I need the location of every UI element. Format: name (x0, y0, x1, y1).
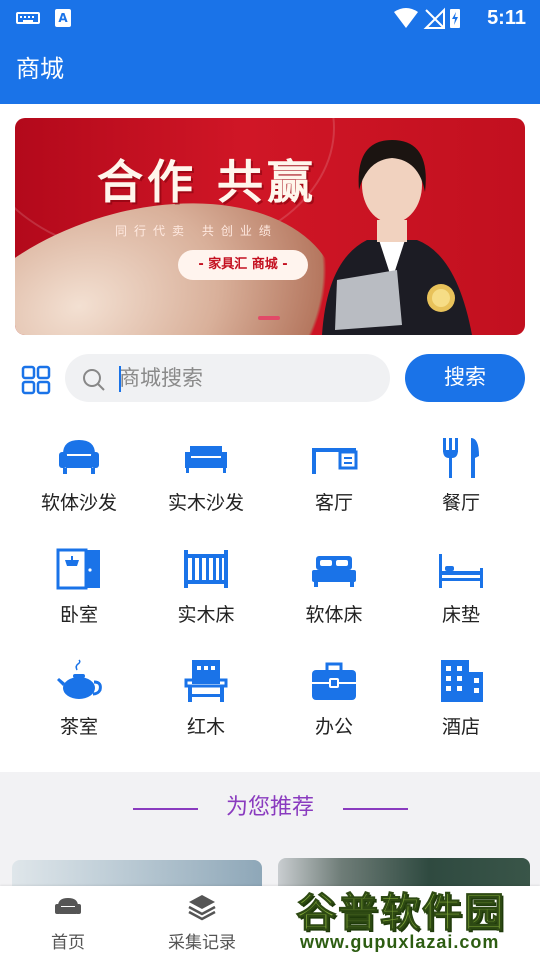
banner-headline: 合作 共赢 (97, 155, 318, 209)
category-item-mattress[interactable]: 床垫 (396, 532, 526, 642)
site-watermark: 谷普软件园 www.gupuxlazai.com (296, 878, 538, 958)
system-status-icons (394, 7, 460, 29)
building-icon (441, 660, 483, 702)
category-grid-icon[interactable] (21, 365, 51, 395)
wifi-icon (394, 8, 418, 28)
category-label: 实木床 (177, 604, 235, 626)
category-label: 实木沙发 (167, 492, 244, 514)
category-label: 软体沙发 (40, 492, 117, 514)
search-bar[interactable] (65, 354, 390, 402)
teapot-icon (57, 659, 102, 699)
banner-subline: 同行代卖 共创业绩 (115, 224, 278, 238)
banner-page-indicator (258, 316, 280, 320)
recommend-section: 为您推荐 (0, 772, 540, 900)
search-icon (83, 369, 105, 391)
wood-sofa-icon (185, 446, 227, 473)
category-label: 红木 (186, 716, 225, 738)
desk-icon (312, 448, 358, 474)
status-bar: A 5:11 (0, 0, 540, 36)
watermark-logo-text: 谷普软件园 (296, 890, 506, 937)
category-label: 软体床 (305, 604, 363, 626)
search-row: 搜索 (0, 352, 540, 404)
category-label: 酒店 (441, 716, 480, 738)
category-item-dining[interactable]: 餐厅 (396, 420, 526, 530)
sofa-icon (59, 440, 99, 474)
promo-banner[interactable]: 合作 共赢 同行代卖 共创业绩 - 家具汇 商城 - (15, 118, 525, 335)
nav-label: 采集记录 (168, 933, 236, 953)
app-bar: 商城 (0, 36, 540, 104)
home-sofa-icon (55, 898, 81, 914)
banner-person-image (322, 140, 472, 335)
category-label: 卧室 (59, 604, 98, 626)
search-input[interactable] (119, 362, 369, 394)
briefcase-icon (312, 662, 356, 700)
page-title: 商城 (16, 55, 64, 83)
search-button[interactable]: 搜索 (405, 354, 525, 402)
category-label: 办公 (314, 716, 353, 738)
category-item-rosewood[interactable]: 红木 (141, 644, 271, 754)
nav-item-home[interactable]: 首页 (8, 892, 128, 954)
divider-line (343, 808, 408, 810)
nav-label: 首页 (51, 933, 85, 953)
wood-bed-icon (184, 550, 228, 588)
armchair-icon (184, 660, 228, 702)
category-label: 床垫 (441, 604, 480, 626)
category-item-wood-bed[interactable]: 实木床 (141, 532, 271, 642)
category-item-office[interactable]: 办公 (269, 644, 399, 754)
watermark-url: www.gupuxlazai.com (300, 932, 500, 952)
category-label: 餐厅 (441, 492, 480, 514)
double-bed-icon (312, 556, 356, 587)
category-grid: 软体沙发 实木沙发 客厅 餐厅 卧室 实木床 软体床 床垫 茶室 红木 办公 酒… (0, 420, 540, 760)
wardrobe-icon (56, 548, 100, 590)
text-cursor (119, 366, 121, 392)
nav-item-records[interactable]: 采集记录 (142, 892, 262, 954)
category-item-bedroom[interactable]: 卧室 (14, 532, 144, 642)
category-label: 客厅 (314, 492, 353, 514)
category-item-wood-sofa[interactable]: 实木沙发 (141, 420, 271, 530)
fork-knife-icon (443, 438, 479, 478)
mattress-icon (439, 554, 483, 588)
banner-brand-pill: - 家具汇 商城 - (178, 250, 308, 280)
category-label: 茶室 (59, 716, 98, 738)
layers-icon (188, 895, 216, 921)
keyboard-icon (16, 12, 40, 24)
category-item-living-room[interactable]: 客厅 (269, 420, 399, 530)
status-time: 5:11 (487, 7, 526, 29)
category-item-tea-room[interactable]: 茶室 (14, 644, 144, 754)
recommend-title: 为您推荐 (225, 795, 314, 820)
category-item-soft-sofa[interactable]: 软体沙发 (14, 420, 144, 530)
notification-app-icon: A (55, 9, 71, 27)
category-item-hotel[interactable]: 酒店 (396, 644, 526, 754)
category-item-soft-bed[interactable]: 软体床 (269, 532, 399, 642)
